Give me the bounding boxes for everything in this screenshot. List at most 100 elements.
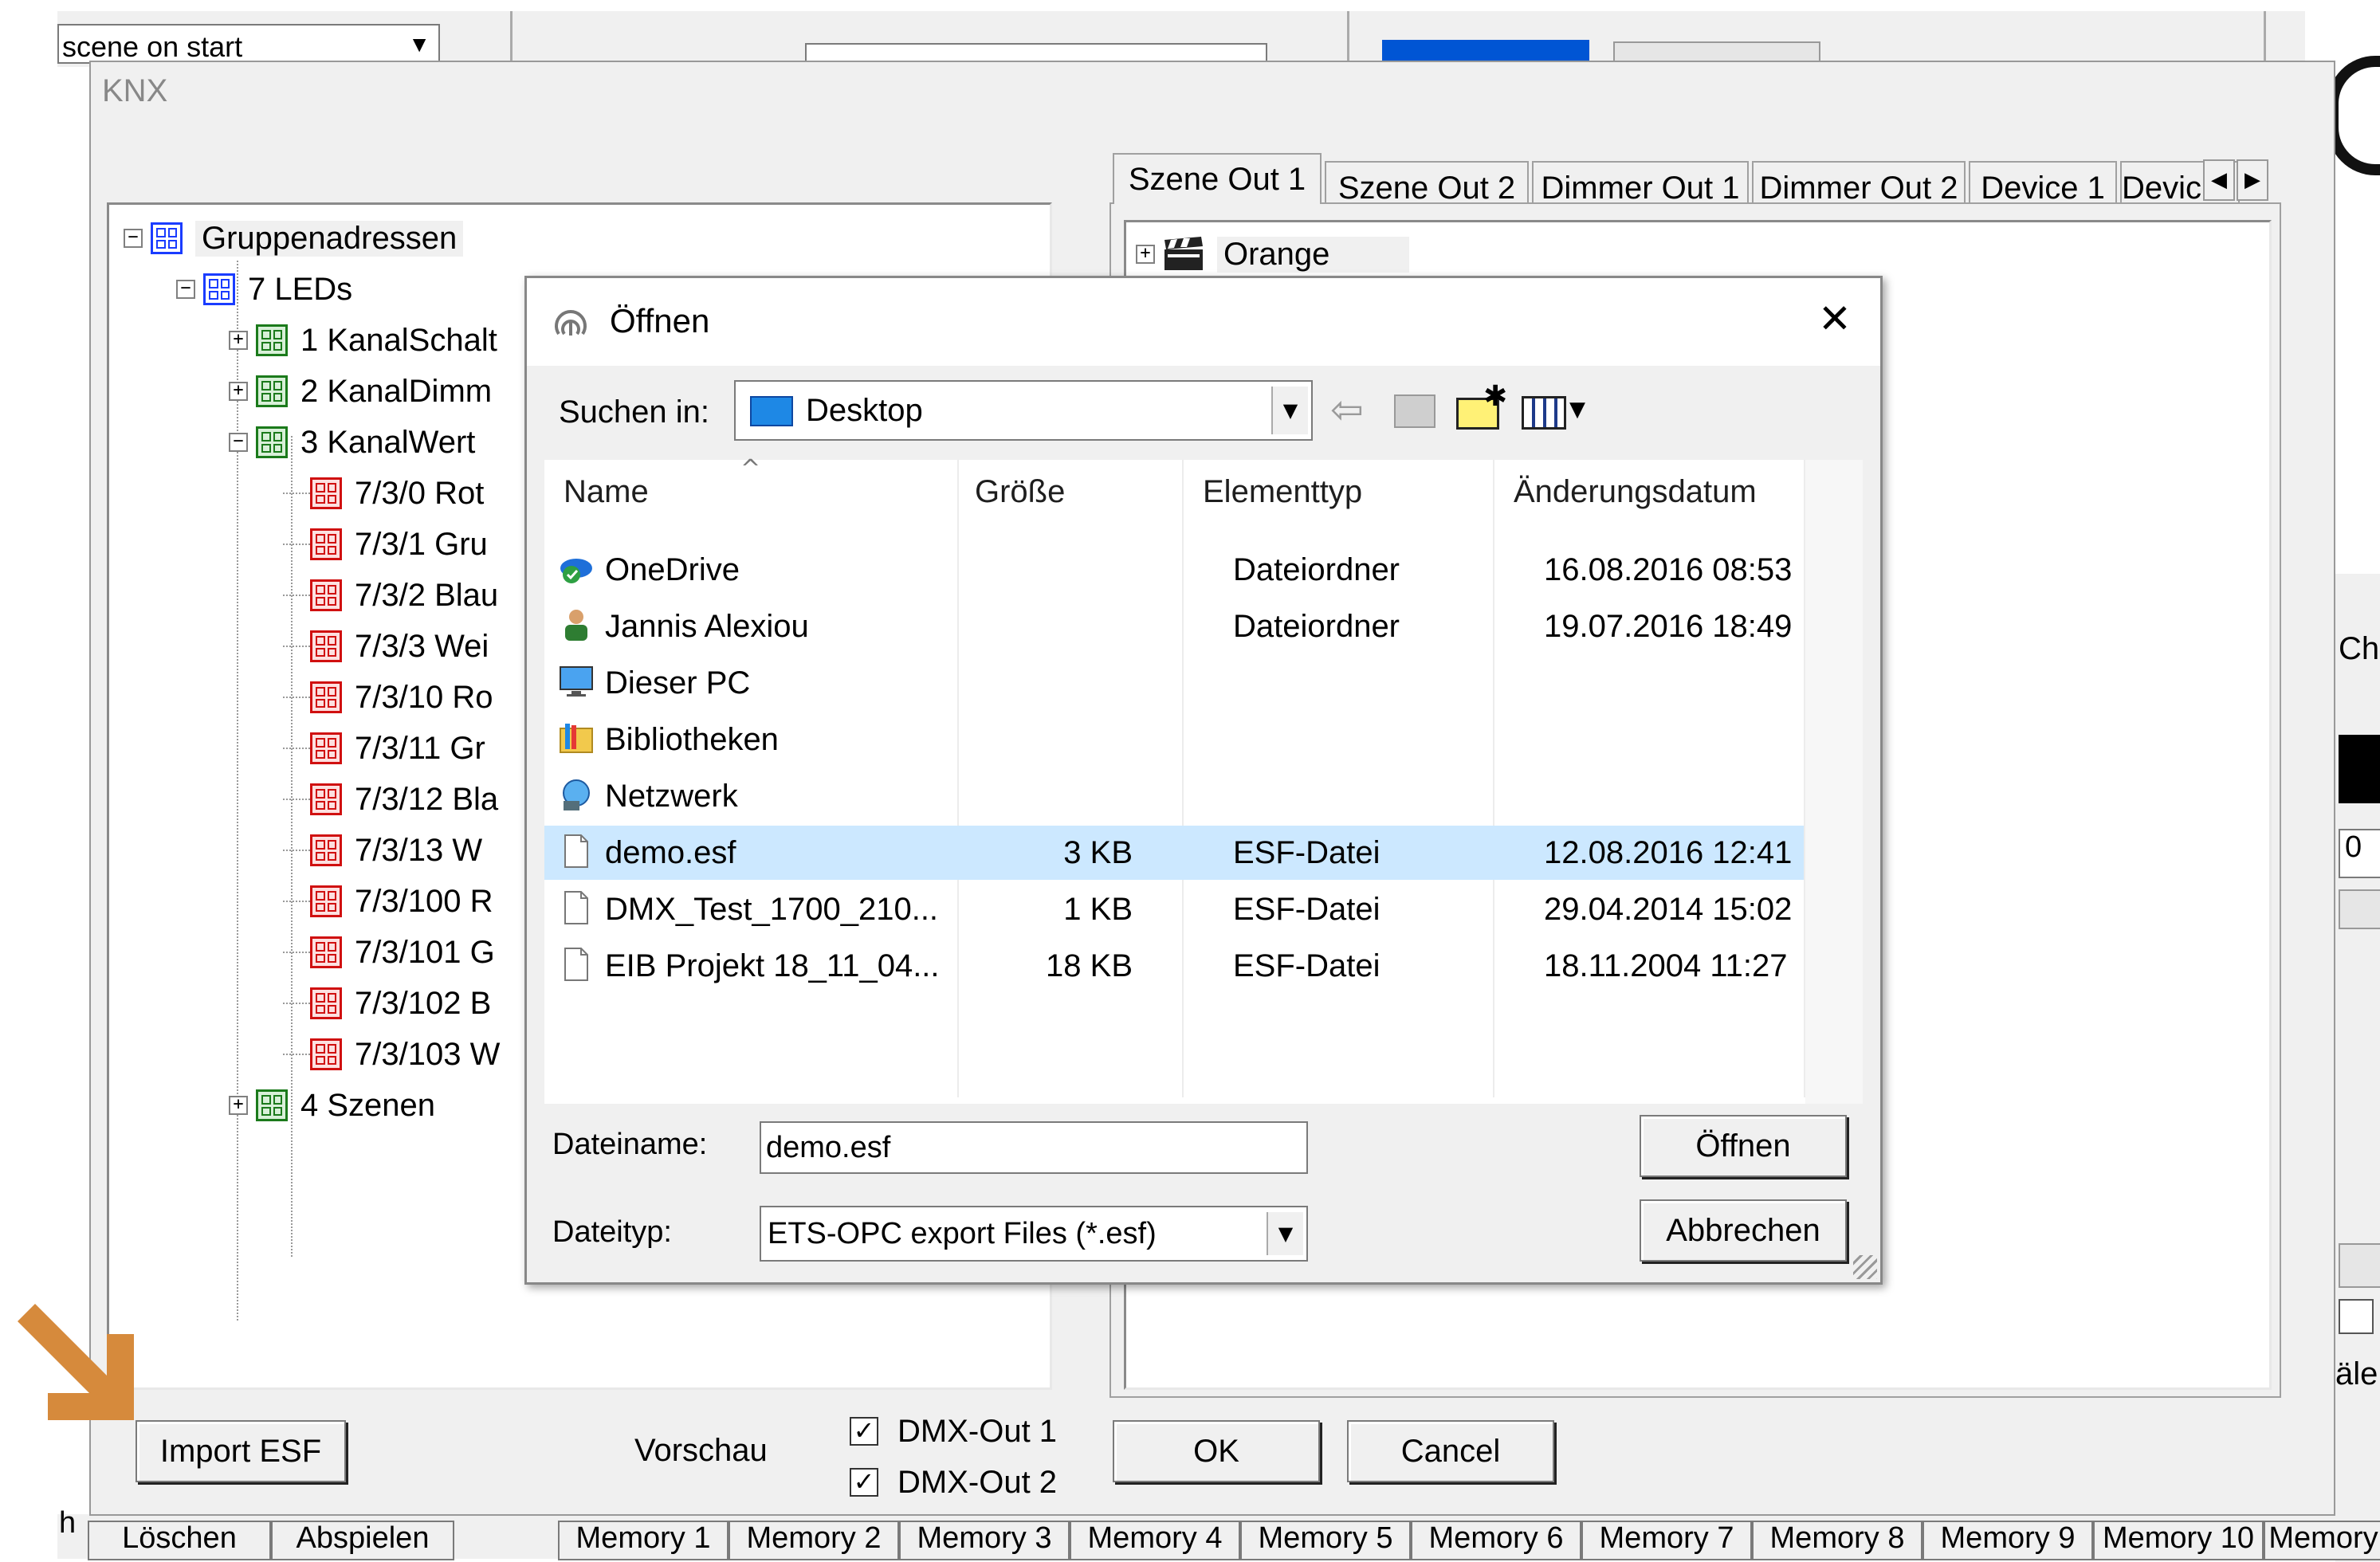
tree-item[interactable]: 7/3/12 Bla: [283, 775, 498, 823]
up-folder-icon[interactable]: [1394, 394, 1435, 428]
tree-item[interactable]: 7/3/101 G: [283, 928, 495, 976]
tree-item[interactable]: − Gruppenadressen: [124, 214, 464, 262]
file-name: EIB Projekt 18_11_04...: [605, 948, 940, 983]
tree-item[interactable]: − 3 KanalWert: [229, 418, 475, 466]
file-icon: [559, 890, 594, 925]
back-arrow-icon[interactable]: ⇦: [1330, 387, 1364, 433]
file-type: ESF-Datei: [1233, 892, 1380, 927]
memory-button[interactable]: Memory: [2264, 1521, 2380, 1560]
scene-tree-item[interactable]: + Orange: [1136, 230, 1410, 278]
view-menu-icon[interactable]: [1522, 396, 1566, 430]
middle-group-icon: [256, 426, 288, 458]
collapse-icon[interactable]: −: [176, 280, 195, 299]
tab-scroll-right-button[interactable]: ▶: [2237, 159, 2268, 201]
expand-icon[interactable]: +: [229, 331, 248, 350]
memory-button[interactable]: Memory 10: [2093, 1521, 2264, 1560]
filename-input[interactable]: demo.esf: [760, 1121, 1308, 1174]
group-address-icon: [310, 477, 342, 509]
tree-item[interactable]: 7/3/0 Rot: [283, 469, 484, 517]
tree-item-label: 7/3/102 B: [355, 985, 492, 1021]
tree-item[interactable]: +4 Szenen: [229, 1081, 435, 1129]
column-header-name[interactable]: Name: [564, 474, 649, 510]
tree-item[interactable]: +1 KanalSchalt: [229, 316, 497, 364]
file-icon: [559, 947, 594, 982]
tree-item[interactable]: +2 KanalDimm: [229, 367, 492, 415]
chevron-down-icon[interactable]: ▼: [1267, 1212, 1303, 1255]
collapse-icon[interactable]: −: [124, 229, 143, 248]
tree-item[interactable]: 7/3/10 Ro: [283, 673, 493, 721]
tab-szene-out-1[interactable]: Szene Out 1: [1113, 153, 1322, 204]
memory-button[interactable]: Memory 1: [558, 1521, 729, 1560]
tree-item-label: 7/3/11 Gr: [355, 730, 485, 766]
file-size: 3 KB: [1063, 835, 1133, 870]
tab-scroll-left-button[interactable]: ◀: [2203, 159, 2235, 201]
dialog-title: Öffnen: [610, 302, 710, 339]
memory-button[interactable]: Memory 4: [1070, 1521, 1240, 1560]
memory-button[interactable]: Memory 8: [1752, 1521, 1922, 1560]
dmx-out-2-label: DMX-Out 2: [897, 1465, 1058, 1500]
right-label-fragment: Ch: [2339, 631, 2380, 666]
look-in-label: Suchen in:: [559, 394, 710, 430]
memory-button[interactable]: Memory 9: [1922, 1521, 2093, 1560]
background-vline: [2264, 11, 2266, 67]
tree-item[interactable]: 7/3/1 Gru: [283, 520, 488, 568]
file-row[interactable]: OneDrive Dateiordner 16.08.2016 08:53: [544, 543, 1804, 597]
tree-item[interactable]: − 7 LEDs: [176, 265, 352, 313]
play-button[interactable]: Abspielen: [271, 1521, 454, 1560]
expand-icon[interactable]: +: [229, 382, 248, 401]
file-row[interactable]: Dieser PC: [544, 656, 1804, 710]
tree-item[interactable]: 7/3/102 B: [283, 979, 491, 1027]
file-row[interactable]: Bibliotheken: [544, 712, 1804, 767]
expand-icon[interactable]: +: [1136, 245, 1155, 264]
expand-icon[interactable]: +: [229, 1096, 248, 1115]
memory-button[interactable]: Memory 5: [1240, 1521, 1411, 1560]
memory-button[interactable]: Memory 2: [729, 1521, 899, 1560]
filename-label: Dateiname:: [552, 1128, 708, 1161]
memory-button[interactable]: Memory 3: [899, 1521, 1070, 1560]
dmx-out-1-checkbox[interactable]: ✓: [850, 1417, 878, 1446]
collapse-icon[interactable]: −: [229, 433, 248, 452]
dmx-out-2-checkbox[interactable]: ✓: [850, 1468, 878, 1497]
ok-button[interactable]: OK: [1113, 1420, 1320, 1482]
abort-button[interactable]: Abbrechen: [1640, 1199, 1847, 1262]
column-header-type[interactable]: Elementtyp: [1203, 474, 1362, 510]
tree-item[interactable]: 7/3/103 W: [283, 1030, 500, 1078]
column-header-date[interactable]: Änderungsdatum: [1514, 474, 1757, 510]
tree-item-label: 7/3/12 Bla: [355, 781, 499, 817]
resize-grip-icon[interactable]: [1853, 1255, 1877, 1279]
memory-button[interactable]: Memory 6: [1411, 1521, 1581, 1560]
file-row[interactable]: Netzwerk: [544, 769, 1804, 823]
cancel-button[interactable]: Cancel: [1347, 1420, 1554, 1482]
tree-connector: [283, 952, 310, 953]
file-date: 19.07.2016 18:49: [1544, 609, 1793, 644]
file-row[interactable]: EIB Projekt 18_11_04... 18 KB ESF-Datei 18.…: [544, 939, 1804, 993]
import-esf-button[interactable]: Import ESF: [135, 1420, 346, 1482]
tree-item-label: 1 KanalSchalt: [300, 322, 497, 358]
close-icon[interactable]: ✕: [1818, 296, 1852, 342]
right-scroll-fragment: [2339, 1243, 2380, 1288]
look-in-dropdown[interactable]: Desktop ▼: [734, 380, 1313, 441]
right-input-fragment[interactable]: 0: [2339, 829, 2380, 878]
tree-item-label: 7/3/0 Rot: [355, 475, 485, 511]
tree-item[interactable]: 7/3/11 Gr: [283, 724, 485, 772]
filetype-select[interactable]: ETS-OPC export Files (*.esf) ▼: [760, 1206, 1308, 1262]
view-menu-chevron-icon[interactable]: ▼: [1569, 398, 1585, 422]
tree-item[interactable]: 7/3/3 Wei: [283, 622, 489, 670]
scene-dropdown[interactable]: scene on start ▼: [57, 24, 440, 64]
tree-item[interactable]: 7/3/13 W: [283, 826, 482, 874]
delete-button[interactable]: Löschen: [88, 1521, 271, 1560]
right-bottom-fragment: äle: [2335, 1356, 2378, 1391]
file-row[interactable]: demo.esf 3 KB ESF-Datei 12.08.2016 12:41: [544, 826, 1804, 880]
open-button[interactable]: Öffnen: [1640, 1115, 1847, 1177]
tree-item-label: 7/3/101 G: [355, 934, 495, 970]
file-list[interactable]: ^ Name Größe Elementtyp Änderungsdatum O…: [544, 455, 1863, 1104]
column-header-size[interactable]: Größe: [975, 474, 1065, 510]
file-row[interactable]: Jannis Alexiou Dateiordner 19.07.2016 18:4…: [544, 599, 1804, 653]
memory-button[interactable]: Memory 7: [1581, 1521, 1752, 1560]
tree-item[interactable]: 7/3/2 Blau: [283, 571, 498, 619]
middle-group-icon: [256, 1089, 288, 1121]
tree-item[interactable]: 7/3/100 R: [283, 877, 493, 925]
right-checkbox-fragment[interactable]: [2339, 1299, 2374, 1334]
file-row[interactable]: DMX_Test_1700_210... 1 KB ESF-Datei 29.04.2…: [544, 882, 1804, 936]
chevron-down-icon[interactable]: ▼: [1271, 387, 1308, 434]
